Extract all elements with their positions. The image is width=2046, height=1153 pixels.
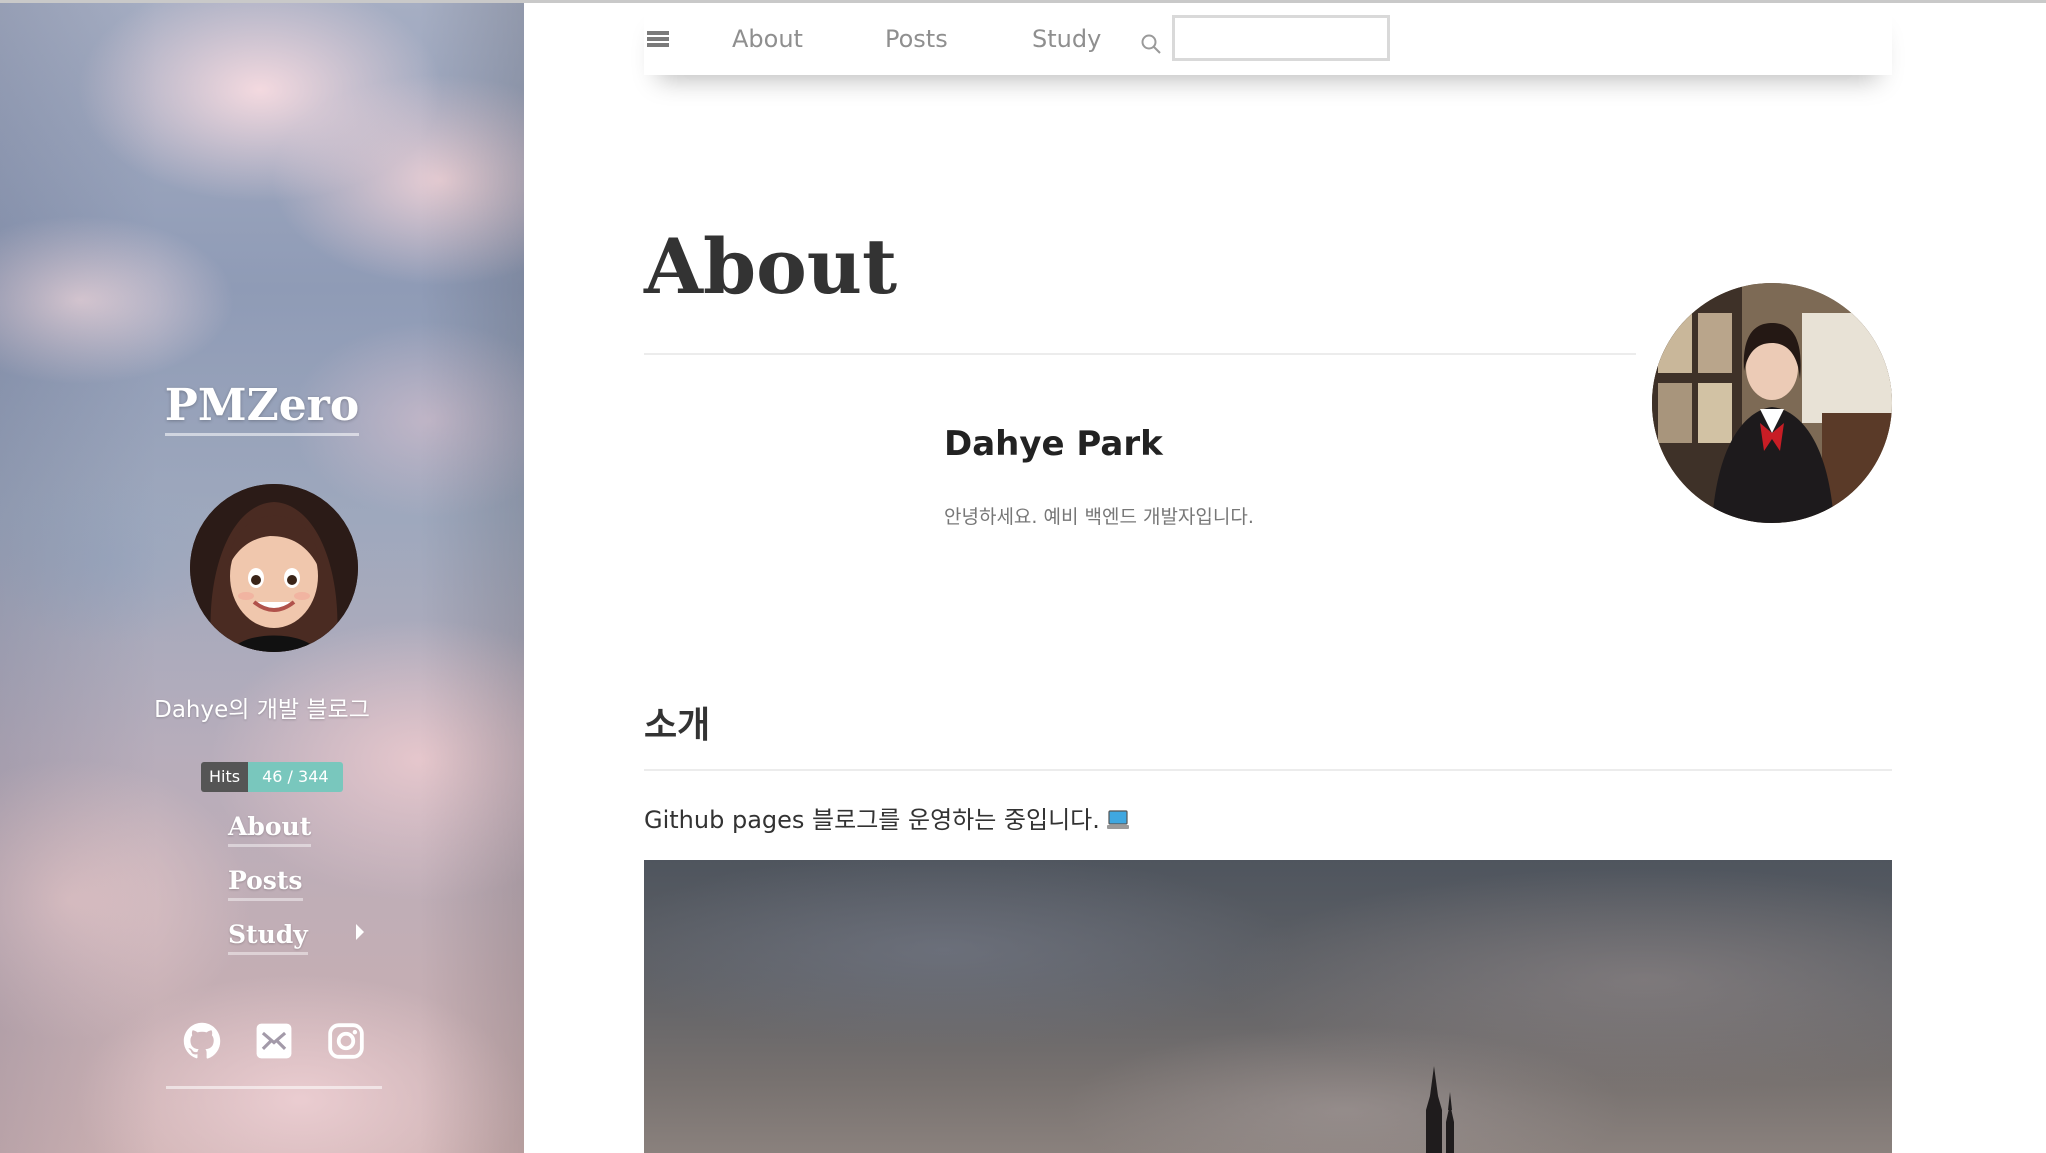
nav-about[interactable]: About — [732, 25, 803, 53]
intro-paragraph: Github pages 블로그를 운영하는 중입니다. — [644, 800, 1130, 837]
profile-description: 안녕하세요. 예비 백엔드 개발자입니다. — [944, 506, 1254, 528]
hits-badge: Hits 46 / 344 — [201, 762, 343, 792]
sidebar: PMZero Dahye의 개발 블로그 Hits 46 / 344 About… — [0, 0, 524, 1153]
search-input[interactable] — [1172, 15, 1390, 61]
tagline: Dahye의 개발 블로그 — [154, 697, 370, 723]
sidebar-divider — [166, 1086, 382, 1089]
section-heading: 소개 — [644, 705, 711, 746]
top-border — [0, 0, 2046, 3]
profile-name: Dahye Park — [944, 424, 1163, 464]
avatar — [190, 484, 358, 652]
github-icon[interactable] — [183, 1022, 221, 1060]
top-navbar: About Posts Study — [644, 3, 1892, 75]
caret-right-icon[interactable] — [356, 924, 364, 940]
search-icon[interactable] — [1140, 33, 1162, 55]
title-divider — [644, 353, 1636, 355]
hits-value: 46 / 344 — [248, 762, 343, 792]
page-title: About — [644, 222, 898, 311]
nav-posts[interactable]: Posts — [885, 25, 948, 53]
hits-label: Hits — [201, 762, 249, 792]
brand-link[interactable]: PMZero — [164, 380, 360, 436]
cathedral-silhouette — [1426, 1066, 1454, 1153]
profile-photo — [1652, 283, 1892, 523]
mail-icon[interactable] — [255, 1022, 293, 1060]
sidebar-item-study[interactable]: Study — [228, 920, 308, 955]
instagram-icon[interactable] — [327, 1022, 365, 1060]
section-divider — [644, 769, 1892, 771]
menu-icon[interactable] — [647, 31, 669, 47]
brand: PMZero — [0, 380, 524, 436]
intro-text: Github pages 블로그를 운영하는 중입니다. — [644, 806, 1100, 834]
sidebar-item-posts[interactable]: Posts — [228, 866, 303, 901]
avatar-image — [190, 484, 358, 652]
laptop-icon — [1106, 809, 1130, 837]
hero-image — [644, 860, 1892, 1153]
nav-study[interactable]: Study — [1032, 25, 1101, 53]
profile-photo-image — [1652, 283, 1892, 523]
sidebar-item-about[interactable]: About — [228, 812, 312, 847]
